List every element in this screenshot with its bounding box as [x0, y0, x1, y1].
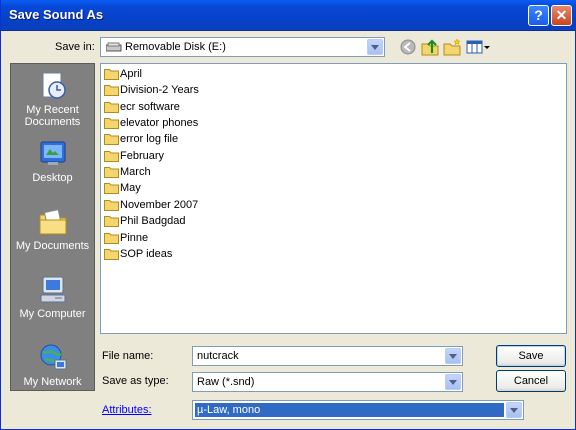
filename-label: File name:: [102, 350, 154, 362]
back-icon[interactable]: [398, 37, 418, 57]
folder-name: SOP ideas: [120, 248, 173, 260]
folder-name: March: [120, 166, 151, 178]
save-as-type-select[interactable]: Raw (*.snd): [192, 372, 463, 392]
filename-field[interactable]: nutcrack: [192, 346, 463, 366]
folder-name: Division-2 Years: [120, 84, 199, 96]
folder-name: Phil Badgdad: [120, 215, 186, 227]
place-label: My Documents: [15, 240, 90, 252]
folder-icon: [104, 249, 119, 260]
folder-icon: [104, 85, 119, 96]
save-in-label: Save in:: [55, 41, 95, 53]
folder-icon: [104, 216, 119, 227]
folder-name: November 2007: [120, 199, 199, 211]
folder-icon: [104, 118, 119, 129]
close-icon: ✕: [555, 7, 568, 23]
folder-icon: [104, 134, 119, 145]
place-desktop[interactable]: Desktop: [11, 138, 94, 184]
folder-icon: [104, 183, 119, 194]
attributes-select[interactable]: µ-Law, mono: [192, 400, 524, 420]
folder-icon: [104, 151, 119, 162]
folder-icon: [104, 167, 119, 178]
folder-icon: [104, 200, 119, 211]
folder-name: ecr software: [120, 101, 180, 113]
places-bar: My Recent Documents Desktop My Documents: [10, 63, 95, 391]
save-sound-dialog: Save Sound As ? ✕ Save in: Removable Dis…: [0, 0, 576, 430]
chevron-down-icon[interactable]: [367, 39, 383, 55]
file-list[interactable]: April Division-2 Years ecr software elev…: [100, 63, 567, 334]
save-in-combo[interactable]: Removable Disk (E:): [100, 37, 385, 57]
save-button[interactable]: Save: [496, 345, 566, 367]
chevron-down-icon[interactable]: [445, 374, 461, 390]
place-my-documents[interactable]: My Documents: [11, 206, 94, 252]
attributes-link[interactable]: Attributes:: [102, 404, 152, 416]
view-menu-icon[interactable]: [465, 37, 491, 57]
place-my-network[interactable]: My Network: [11, 342, 94, 388]
folder-name: May: [120, 182, 141, 194]
desktop-icon: [40, 141, 65, 165]
attributes-value: µ-Law, mono: [197, 404, 261, 416]
place-label: Desktop: [32, 172, 73, 184]
folder-icon: [104, 102, 119, 113]
save-as-type-value: Raw (*.snd): [197, 376, 255, 388]
my-network-icon: [40, 344, 66, 370]
cancel-button[interactable]: Cancel: [496, 370, 566, 392]
folder-name: April: [120, 68, 143, 80]
folder-name: February: [120, 150, 165, 162]
removable-disk-icon: [106, 42, 122, 52]
folder-icon: [104, 69, 119, 80]
window-title: Save Sound As: [9, 7, 104, 22]
chevron-down-icon[interactable]: [506, 402, 522, 418]
my-documents-icon: [39, 209, 66, 235]
chevron-down-icon[interactable]: [445, 348, 461, 364]
my-computer-icon: [40, 276, 65, 303]
new-folder-icon[interactable]: [442, 37, 462, 57]
place-label: My Network: [23, 376, 82, 388]
place-my-computer[interactable]: My Computer: [11, 274, 94, 320]
close-button[interactable]: ✕: [551, 5, 572, 26]
place-label: My Recent Documents: [24, 104, 81, 128]
folder-name: elevator phones: [120, 117, 199, 129]
title-bar[interactable]: Save Sound As ? ✕: [1, 0, 576, 31]
help-button[interactable]: ?: [528, 5, 549, 26]
folder-name: error log file: [120, 133, 179, 145]
filename-value: nutcrack: [197, 350, 239, 362]
help-icon: ?: [534, 7, 543, 23]
save-in-value: Removable Disk (E:): [125, 41, 226, 53]
up-folder-icon[interactable]: [420, 37, 440, 57]
recent-documents-icon: [42, 72, 66, 99]
place-label: My Computer: [19, 308, 86, 320]
save-as-type-label: Save as type:: [102, 375, 169, 387]
place-my-recent-documents[interactable]: My Recent Documents: [11, 70, 94, 128]
folder-name: Pinne: [120, 232, 149, 244]
folder-icon: [104, 233, 119, 244]
